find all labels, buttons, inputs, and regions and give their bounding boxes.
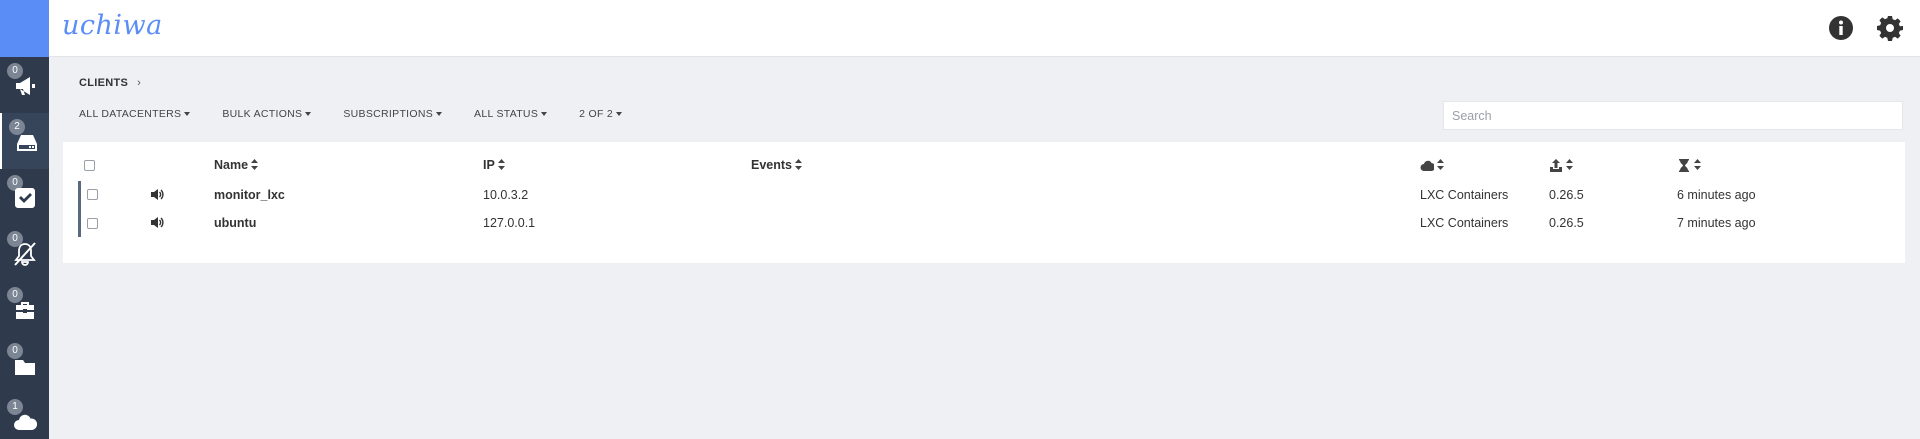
column-header-events[interactable]: Events bbox=[751, 158, 802, 173]
caret-down-icon bbox=[541, 112, 548, 117]
pagination-label: 2 OF 2 bbox=[579, 108, 614, 120]
breadcrumb-clients[interactable]: CLIENTS bbox=[79, 77, 128, 89]
caret-down-icon bbox=[305, 112, 312, 117]
datacenter-filter-dropdown[interactable]: ALL DATACENTERS bbox=[79, 108, 191, 120]
cloud-icon bbox=[12, 409, 38, 435]
sidebar-item-stashes[interactable]: 0 bbox=[0, 281, 49, 337]
caret-down-icon bbox=[184, 112, 191, 117]
row-checkbox[interactable] bbox=[87, 218, 98, 229]
sort-icon bbox=[1566, 158, 1573, 173]
info-icon[interactable] bbox=[1827, 14, 1855, 42]
chevron-right-icon: › bbox=[137, 77, 142, 89]
upload-icon bbox=[1549, 158, 1563, 173]
search-input[interactable] bbox=[1443, 101, 1903, 130]
caret-down-icon bbox=[436, 112, 443, 117]
filter-toolbar: ALL DATACENTERS BULK ACTIONS SUBSCRIPTIO… bbox=[79, 108, 654, 120]
server-icon bbox=[14, 129, 40, 155]
top-bar: uchiwa bbox=[49, 0, 1920, 57]
caret-down-icon bbox=[616, 112, 623, 117]
client-last-seen: 6 minutes ago bbox=[1677, 188, 1756, 202]
gear-icon[interactable] bbox=[1876, 14, 1904, 42]
bulk-actions-label: BULK ACTIONS bbox=[222, 108, 303, 120]
clients-table: Name IP Events monitor_lxc 10.0.3.2 LXC … bbox=[63, 142, 1905, 263]
select-all-checkbox[interactable] bbox=[84, 160, 95, 171]
status-filter-dropdown[interactable]: ALL STATUS bbox=[474, 108, 548, 120]
column-header-ip-label: IP bbox=[483, 158, 495, 172]
sort-icon bbox=[251, 158, 259, 173]
column-header-version[interactable] bbox=[1549, 158, 1573, 173]
column-header-events-label: Events bbox=[751, 158, 792, 172]
hourglass-icon bbox=[1677, 158, 1691, 173]
client-datacenter: LXC Containers bbox=[1420, 188, 1509, 202]
subscriptions-filter-dropdown[interactable]: SUBSCRIPTIONS bbox=[343, 108, 443, 120]
brand-logo[interactable]: uchiwa bbox=[62, 10, 163, 41]
client-datacenter: LXC Containers bbox=[1420, 216, 1509, 230]
client-version: 0.26.5 bbox=[1549, 188, 1584, 202]
sidebar-item-aggregates[interactable]: 0 bbox=[0, 337, 49, 393]
client-name[interactable]: ubuntu bbox=[214, 216, 256, 230]
sidebar-item-datacenters[interactable]: 1 bbox=[0, 393, 49, 439]
bulk-actions-dropdown[interactable]: BULK ACTIONS bbox=[222, 108, 312, 120]
column-header-name[interactable]: Name bbox=[214, 158, 259, 173]
client-ip: 10.0.3.2 bbox=[483, 188, 529, 202]
row-checkbox[interactable] bbox=[87, 189, 98, 200]
sidebar-item-checks[interactable]: 0 bbox=[0, 169, 49, 225]
table-row[interactable]: monitor_lxc 10.0.3.2 LXC Containers 0.26… bbox=[78, 181, 1905, 209]
row-status-bar bbox=[78, 181, 81, 209]
megaphone-icon bbox=[12, 73, 38, 99]
client-ip: 127.0.0.1 bbox=[483, 216, 536, 230]
subscriptions-filter-label: SUBSCRIPTIONS bbox=[343, 108, 434, 120]
sidebar-item-clients[interactable]: 2 bbox=[0, 113, 49, 169]
check-square-icon bbox=[12, 185, 38, 211]
folder-icon bbox=[12, 353, 38, 379]
datacenter-filter-label: ALL DATACENTERS bbox=[79, 108, 182, 120]
sidebar-item-silenced[interactable]: 0 bbox=[0, 225, 49, 281]
volume-icon[interactable] bbox=[151, 188, 165, 201]
column-header-name-label: Name bbox=[214, 158, 249, 172]
sidebar: 0 2 0 0 0 0 1 bbox=[0, 0, 49, 439]
client-version: 0.26.5 bbox=[1549, 216, 1584, 230]
volume-icon[interactable] bbox=[151, 216, 165, 229]
sidebar-logo-block bbox=[0, 0, 49, 57]
sort-icon bbox=[795, 158, 802, 173]
status-filter-label: ALL STATUS bbox=[474, 108, 539, 120]
sort-icon bbox=[1437, 158, 1444, 173]
table-row[interactable]: ubuntu 127.0.0.1 LXC Containers 0.26.5 7… bbox=[78, 209, 1905, 237]
silenced-bell-icon bbox=[12, 241, 38, 267]
row-status-bar bbox=[78, 209, 81, 237]
briefcase-icon bbox=[12, 297, 38, 323]
sidebar-item-events[interactable]: 0 bbox=[0, 57, 49, 113]
column-header-datacenter[interactable] bbox=[1420, 158, 1444, 173]
sort-icon bbox=[497, 158, 505, 173]
sort-icon bbox=[1694, 158, 1701, 173]
client-name[interactable]: monitor_lxc bbox=[214, 188, 285, 202]
cloud-icon bbox=[1420, 158, 1436, 172]
breadcrumb: CLIENTS › bbox=[79, 77, 141, 89]
column-header-timestamp[interactable] bbox=[1677, 158, 1701, 173]
column-header-ip[interactable]: IP bbox=[483, 158, 505, 173]
pagination-dropdown[interactable]: 2 OF 2 bbox=[579, 108, 623, 120]
client-last-seen: 7 minutes ago bbox=[1677, 216, 1756, 230]
